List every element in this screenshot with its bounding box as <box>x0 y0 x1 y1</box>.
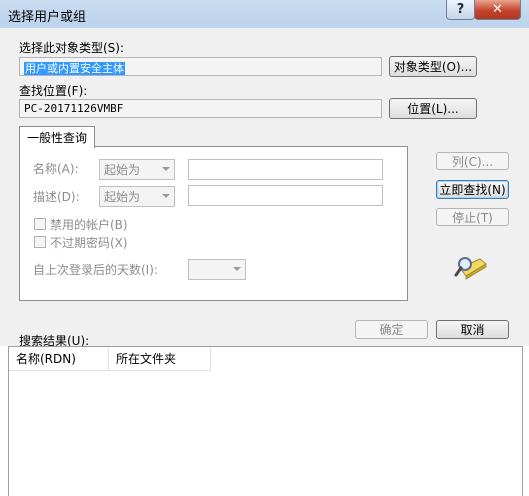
days-since-logon-label: 自上次登录后的天数(I): <box>33 263 158 277</box>
search-results-list[interactable]: 名称(RDN) 所在文件夹 <box>8 346 523 496</box>
chevron-down-icon <box>162 194 170 198</box>
find-now-button[interactable]: 立即查找(N) <box>436 180 509 199</box>
location-field: PC-20171126VMBF <box>19 99 382 118</box>
description-match-value: 起始为 <box>104 190 141 204</box>
days-since-logon-combo[interactable] <box>188 259 246 280</box>
disabled-accounts-label: 禁用的帐户(B) <box>50 218 128 232</box>
object-types-button[interactable]: 对象类型(O)... <box>389 56 477 77</box>
object-type-field: 用户或内置安全主体 <box>19 57 382 76</box>
nonexpiring-password-checkbox[interactable] <box>34 236 46 248</box>
locations-button[interactable]: 位置(L)... <box>389 98 477 119</box>
nonexpiring-password-label: 不过期密码(X) <box>50 236 128 250</box>
disabled-accounts-checkbox[interactable] <box>34 218 46 230</box>
name-match-value: 起始为 <box>104 163 141 177</box>
chevron-down-icon <box>162 167 170 171</box>
help-icon: ? <box>456 2 465 17</box>
cancel-button[interactable]: 取消 <box>436 320 509 339</box>
window-title: 选择用户或组 <box>8 10 87 25</box>
column-header-name[interactable]: 名称(RDN) <box>9 347 109 371</box>
magnifier-search-icon <box>454 254 488 280</box>
close-icon: ✕ <box>492 2 503 17</box>
help-button[interactable]: ? <box>446 0 475 20</box>
location-label: 查找位置(F): <box>19 84 88 98</box>
description-label: 描述(D): <box>33 190 80 204</box>
stop-button[interactable]: 停止(T) <box>436 208 509 226</box>
name-match-combo[interactable]: 起始为 <box>99 159 175 180</box>
columns-button[interactable]: 列(C)... <box>436 152 509 170</box>
name-label: 名称(A): <box>33 162 79 176</box>
select-users-or-groups-dialog: 选择用户或组 ? ✕ 选择此对象类型(S): 用户或内置安全主体 对象类型(O)… <box>0 0 529 496</box>
chevron-down-icon <box>233 267 241 271</box>
ok-button[interactable]: 确定 <box>355 320 428 339</box>
object-type-value: 用户或内置安全主体 <box>24 62 125 75</box>
column-header-folder[interactable]: 所在文件夹 <box>109 347 211 371</box>
description-input[interactable] <box>188 185 383 206</box>
close-button[interactable]: ✕ <box>474 0 521 20</box>
name-input[interactable] <box>188 159 383 180</box>
tab-common-queries[interactable]: 一般性查询 <box>19 126 95 148</box>
object-type-label: 选择此对象类型(S): <box>19 41 125 55</box>
description-match-combo[interactable]: 起始为 <box>99 186 175 207</box>
